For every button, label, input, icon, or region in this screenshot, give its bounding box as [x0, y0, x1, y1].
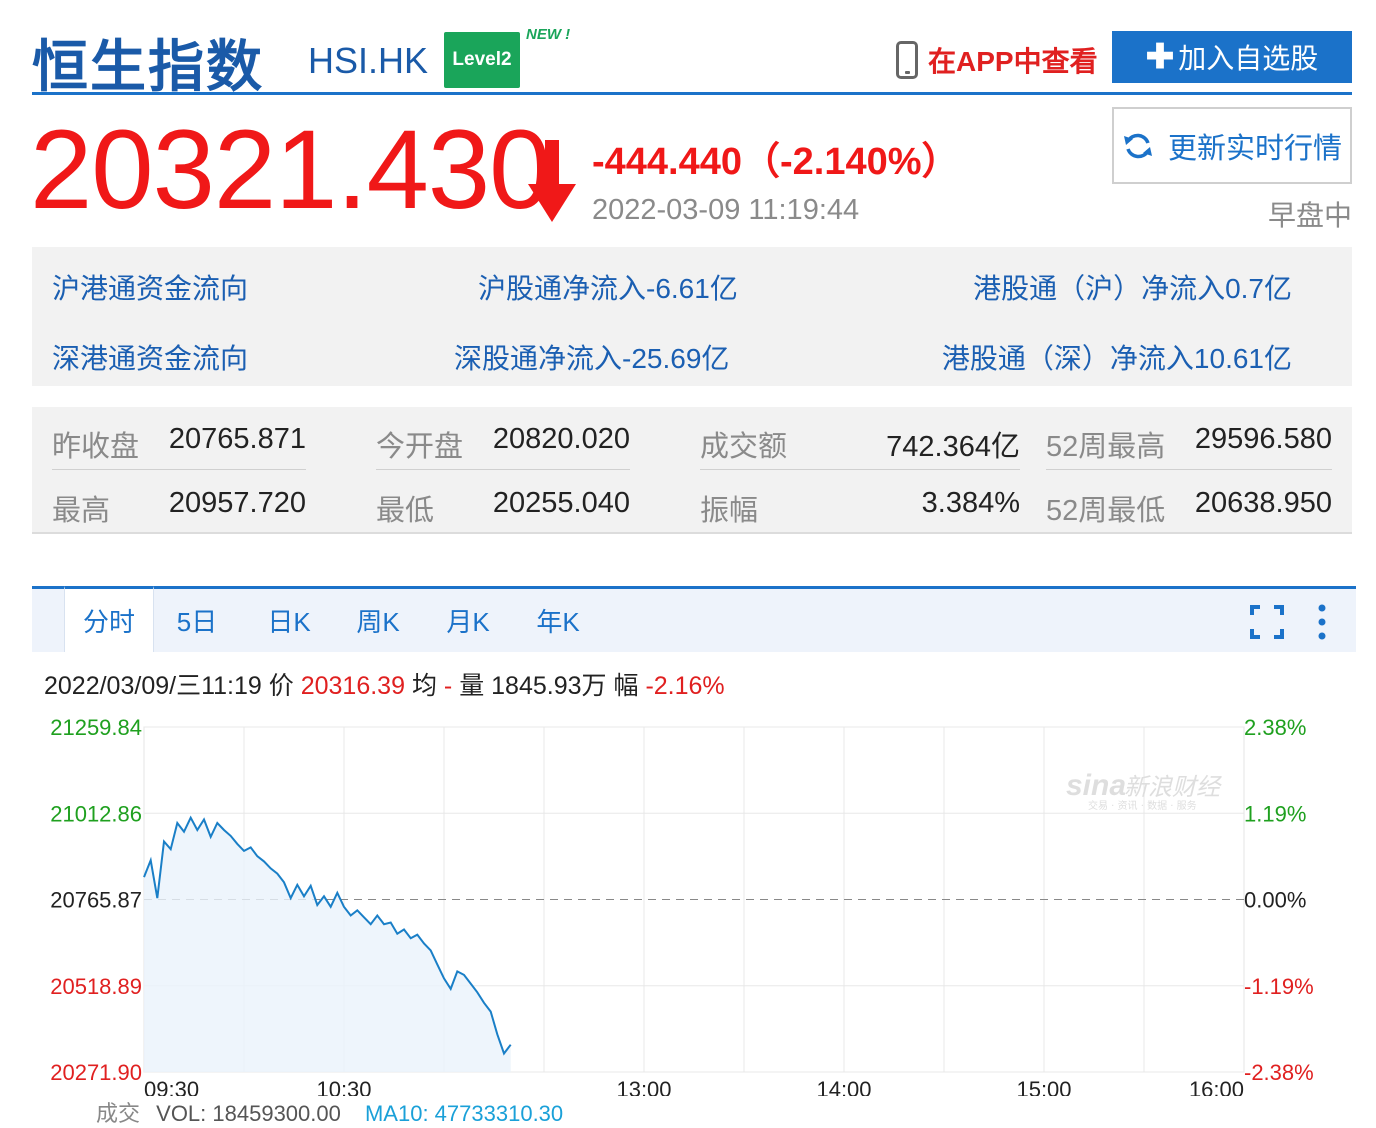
w52-high-value: 29596.580: [1194, 423, 1332, 455]
y-tick-left: 20765.87: [50, 888, 142, 913]
flow-sh-north[interactable]: 沪股通净流入-6.61亿: [478, 267, 738, 307]
refresh-quote-button[interactable]: 更新实时行情: [1112, 107, 1352, 184]
y-tick-left: 21012.86: [50, 801, 142, 826]
open-value: 20820.020: [492, 423, 630, 455]
x-tick-label: 09:30: [144, 1077, 199, 1096]
prev-close-label: 昨收盘: [52, 431, 140, 463]
info-vol: 1845.93万: [491, 672, 607, 700]
stats-divider: [52, 469, 306, 470]
page-title: 恒生指数: [32, 35, 264, 98]
flow-sh-south[interactable]: 港股通（沪）净流入0.7亿: [973, 267, 1292, 307]
x-tick-label: 14:00: [816, 1077, 871, 1096]
turnover-label: 成交额: [700, 431, 788, 463]
current-price: 20321.430: [30, 107, 551, 232]
stats-divider: [700, 469, 1020, 470]
info-amp-label: 幅: [613, 672, 639, 700]
volume-line: 成交 VOL: 18459300.00 MA10: 47733310.30: [96, 1096, 563, 1128]
chart-tabs: 分时 5日 日K 周K 月K 年K: [32, 586, 1356, 652]
amplitude-label: 振幅: [700, 495, 759, 527]
info-price: 20316.39: [300, 672, 405, 700]
info-avg-label: 均: [411, 672, 437, 700]
header-divider: [32, 92, 1352, 95]
info-date: 2022/03/09/三11:19: [44, 672, 262, 700]
y-tick-left: 20271.90: [50, 1060, 142, 1085]
turnover-value: 742.364亿: [886, 431, 1020, 463]
high-label: 最高: [52, 495, 111, 527]
info-price-label: 价: [268, 672, 294, 700]
x-tick-label: 10:30: [316, 1077, 371, 1096]
flow-sz-north[interactable]: 深股通净流入-25.69亿: [454, 337, 729, 377]
tab-daily-k[interactable]: 日K: [254, 589, 324, 652]
stats-divider: [1046, 469, 1332, 470]
y-tick-left: 20518.89: [50, 974, 142, 999]
w52-low-label: 52周最低: [1046, 495, 1166, 527]
x-tick-label: 13:00: [616, 1077, 671, 1096]
tab-intraday[interactable]: 分时: [64, 586, 154, 652]
w52-high-label: 52周最高: [1046, 431, 1166, 463]
down-arrow-icon: [528, 140, 576, 222]
flow-sz-south[interactable]: 港股通（深）净流入10.61亿: [942, 337, 1292, 377]
refresh-icon: [1123, 133, 1152, 158]
capital-flow-panel: 沪港通资金流向 沪股通净流入-6.61亿 港股通（沪）净流入0.7亿 深港通资金…: [32, 247, 1352, 386]
y-tick-right: 2.38%: [1244, 715, 1306, 740]
y-tick-right: 1.19%: [1244, 801, 1306, 826]
prev-close-value: 20765.871: [168, 423, 306, 455]
low-label: 最低: [376, 495, 435, 527]
tab-5day[interactable]: 5日: [162, 589, 232, 652]
x-tick-label: 16:00: [1189, 1077, 1244, 1096]
stats-divider: [376, 469, 630, 470]
amplitude-value: 3.384%: [921, 487, 1020, 519]
x-tick-label: 15:00: [1016, 1077, 1071, 1096]
quote-datetime: 2022-03-09 11:19:44: [592, 194, 860, 226]
ticker-code: HSI.HK: [308, 40, 429, 81]
stats-panel: 昨收盘 20765.871 今开盘 20820.020 成交额 742.364亿…: [32, 407, 1352, 534]
w52-low-value: 20638.950: [1194, 487, 1332, 519]
sina-watermark-sub: 交易 · 资讯 · 数据 · 服务: [1088, 799, 1197, 812]
info-vol-label: 量: [459, 672, 485, 700]
plus-icon: ✚: [1145, 38, 1175, 76]
high-value: 20957.720: [168, 487, 306, 519]
refresh-label: 更新实时行情: [1167, 132, 1342, 165]
new-tag: NEW !: [526, 26, 571, 43]
info-amp: -2.16%: [645, 672, 725, 700]
y-tick-right: -2.38%: [1244, 1060, 1314, 1085]
tab-monthly-k[interactable]: 月K: [432, 589, 504, 652]
flow-sz-link[interactable]: 深港通资金流向: [52, 337, 248, 377]
y-tick-left: 21259.84: [50, 715, 142, 740]
intraday-chart[interactable]: 21259.84 2.38% 21012.86 1.19% 20765.87 0.00% 2…: [0, 712, 1376, 1096]
add-watchlist-button[interactable]: ✚ 加入自选股: [1112, 31, 1352, 83]
level2-badge[interactable]: Level2: [444, 32, 520, 88]
add-watchlist-label: 加入自选股: [1178, 43, 1319, 74]
fullscreen-icon[interactable]: [1250, 605, 1284, 639]
phone-icon: [896, 41, 918, 79]
session-status: 早盘中: [1267, 200, 1352, 231]
sina-watermark-text: 新浪财经: [1124, 773, 1223, 801]
more-icon[interactable]: [1314, 603, 1330, 641]
sina-watermark-logo: sina: [1066, 769, 1126, 802]
flow-sh-link[interactable]: 沪港通资金流向: [52, 267, 248, 307]
open-label: 今开盘: [376, 431, 464, 463]
y-tick-right: 0.00%: [1244, 888, 1306, 913]
price-area: [144, 817, 511, 1072]
low-value: 20255.040: [492, 487, 630, 519]
info-avg: -: [443, 672, 453, 700]
app-link-label: 在APP中查看: [928, 46, 1098, 77]
price-change: -444.440（-2.140%）: [592, 141, 960, 183]
tab-weekly-k[interactable]: 周K: [342, 589, 414, 652]
chart-info-line: 2022/03/09/三11:19 价 20316.39 均 - 量 1845.…: [44, 666, 725, 702]
app-link[interactable]: 在APP中查看: [896, 40, 1098, 80]
y-tick-right: -1.19%: [1244, 974, 1314, 999]
tab-yearly-k[interactable]: 年K: [522, 589, 594, 652]
